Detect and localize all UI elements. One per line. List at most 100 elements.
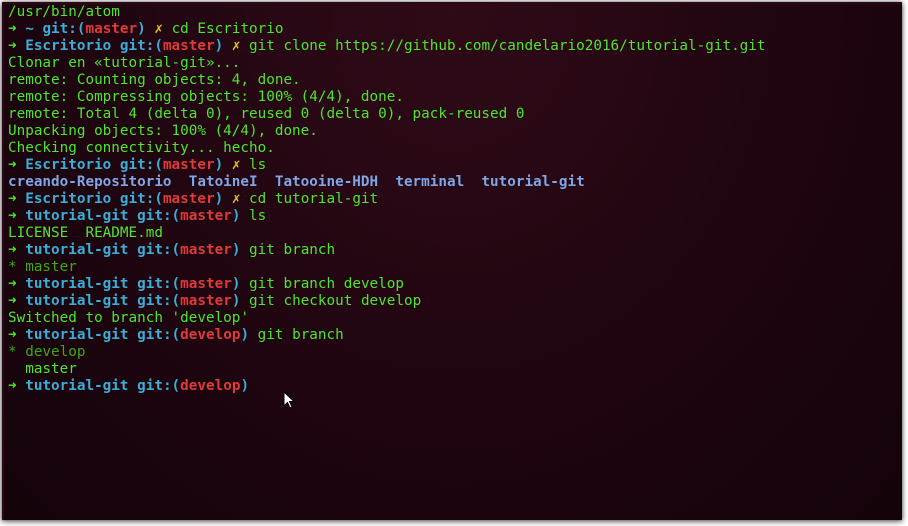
prompt-git-close: ) [214,157,224,173]
prompt-branch: master [180,293,232,309]
output-line: Clonar en «tutorial-git»... [4,55,902,72]
prompt-command: git branch develop [249,276,404,292]
prompt-git-close: ) [214,191,224,207]
prompt-dirty-icon: ✗ [231,191,241,207]
prompt-branch: master [162,191,215,207]
prompt-arrow-icon: ➜ [8,327,17,343]
prompt-git-close: ) [240,327,250,343]
prompt-line: ➜ tutorial-git git:(develop) git branch [4,327,902,344]
terminal-window[interactable]: /usr/bin/atom ➜ ~ git:(master) ✗ cd Escri… [2,2,902,520]
output-line: remote: Compressing objects: 100% (4/4),… [4,89,902,106]
branch-current-line: * master [4,259,902,276]
prompt-arrow-icon: ➜ [8,208,17,224]
output-line: Checking connectivity... hecho. [4,140,902,157]
output-text: Clonar en «tutorial-git»... [8,55,241,71]
prompt-git-close: ) [214,38,224,54]
prompt-branch: master [180,242,232,258]
prompt-directory: Escritorio [25,191,112,207]
output-line: /usr/bin/atom [4,4,902,21]
prompt-branch: develop [180,378,241,394]
prompt-command: git branch [249,242,336,258]
prompt-git-close: ) [137,21,146,37]
prompt-command: ls [249,157,267,173]
prompt-directory: tutorial-git [25,378,129,394]
prompt-arrow-icon: ➜ [8,21,17,37]
prompt-git-label: git:( [137,378,181,394]
prompt-command: cd Escritorio [171,21,284,37]
prompt-git-label: git:( [137,208,181,224]
prompt-arrow-icon: ➜ [8,157,17,173]
mouse-pointer-icon [283,391,295,409]
prompt-git-close: ) [231,293,241,309]
prompt-directory: tutorial-git [25,242,129,258]
output-text: Unpacking objects: 100% (4/4), done. [8,123,318,139]
prompt-line: ➜ Escritorio git:(master) ✗ git clone ht… [4,38,902,55]
branch-current-line: * develop [4,344,902,361]
output-text: /usr/bin/atom [8,4,120,20]
prompt-arrow-icon: ➜ [8,378,17,394]
prompt-directory: tutorial-git [25,276,129,292]
prompt-command: ls [249,208,267,224]
branch-current: * master [8,259,77,275]
prompt-git-label: git:( [137,276,181,292]
prompt-branch: master [85,21,138,37]
prompt-branch: master [180,208,232,224]
output-text: Switched to branch 'develop' [8,310,250,326]
prompt-git-label: git:( [119,191,163,207]
prompt-arrow-icon: ➜ [8,38,17,54]
prompt-directory: Escritorio [25,157,112,173]
prompt-git-close: ) [231,208,241,224]
terminal-output[interactable]: /usr/bin/atom ➜ ~ git:(master) ✗ cd Escri… [4,4,902,520]
output-text: remote: Compressing objects: 100% (4/4),… [8,89,404,105]
prompt-branch: master [162,38,215,54]
prompt-line: ➜ tutorial-git git:(master) git branch d… [4,276,902,293]
prompt-line: ➜ Escritorio git:(master) ✗ cd tutorial-… [4,191,902,208]
prompt-git-label: git:( [119,157,163,173]
ls-output-line: creando-Repositorio TatoineI Tatooine-HD… [4,174,902,191]
output-line: Switched to branch 'develop' [4,310,902,327]
prompt-line: ➜ tutorial-git git:(master) ls [4,208,902,225]
prompt-git-label: git:( [42,21,86,37]
prompt-arrow-icon: ➜ [8,242,17,258]
prompt-line: ➜ ~ git:(master) ✗ cd Escritorio [4,21,902,38]
prompt-branch: master [180,276,232,292]
output-text: Checking connectivity... hecho. [8,140,275,156]
prompt-dirty-icon: ✗ [231,157,241,173]
prompt-command: git clone https://github.com/candelario2… [249,38,766,54]
prompt-branch: master [162,157,215,173]
output-line: LICENSE README.md [4,225,902,242]
prompt-directory: tutorial-git [25,327,129,343]
prompt-line: ➜ Escritorio git:(master) ✗ ls [4,157,902,174]
prompt-git-label: git:( [119,38,163,54]
prompt-line: ➜ tutorial-git git:(master) git checkout… [4,293,902,310]
prompt-directory: tutorial-git [25,208,129,224]
prompt-directory: Escritorio [25,38,112,54]
prompt-git-label: git:( [137,327,181,343]
output-text: remote: Counting objects: 4, done. [8,72,301,88]
prompt-git-close: ) [231,242,241,258]
prompt-command: cd tutorial-git [249,191,379,207]
output-line: Unpacking objects: 100% (4/4), done. [4,123,902,140]
prompt-arrow-icon: ➜ [8,293,17,309]
branch-other-line: master [4,361,902,378]
prompt-dirty-icon: ✗ [231,38,241,54]
prompt-command: git branch [257,327,344,343]
prompt-git-close: ) [231,276,241,292]
prompt-git-close: ) [240,378,250,394]
prompt-git-label: git:( [137,242,181,258]
output-text: remote: Total 4 (delta 0), reused 0 (del… [8,106,525,122]
branch-current: * develop [8,344,86,360]
prompt-directory: ~ [25,21,34,37]
ls-output: creando-Repositorio TatoineI Tatooine-HD… [8,174,585,190]
branch-other: master [8,361,77,377]
prompt-line: ➜ tutorial-git git:(develop) [4,378,902,395]
prompt-git-label: git:( [137,293,181,309]
prompt-arrow-icon: ➜ [8,191,17,207]
prompt-branch: develop [180,327,241,343]
output-line: remote: Counting objects: 4, done. [4,72,902,89]
prompt-arrow-icon: ➜ [8,276,17,292]
output-text: LICENSE README.md [8,225,163,241]
prompt-directory: tutorial-git [25,293,129,309]
prompt-command: git checkout develop [249,293,422,309]
prompt-dirty-icon: ✗ [154,21,163,37]
